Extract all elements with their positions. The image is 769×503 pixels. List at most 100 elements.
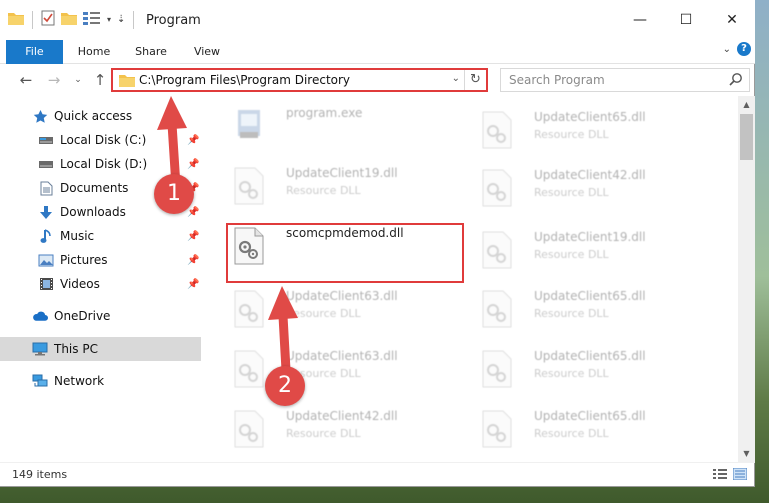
file-type: Resource DLL [534,186,609,199]
sidebar-item-label: Documents [60,181,129,195]
sidebar-item-music[interactable]: Music [38,225,94,247]
step-badge-1: 1 [154,174,194,214]
file-item[interactable]: UpdateClient65.dll Resource DLL [470,403,710,457]
search-icon[interactable] [729,72,743,89]
tab-file[interactable]: File [6,40,63,64]
chevron-down-icon[interactable]: ⌄ [452,73,460,84]
properties-icon[interactable] [41,10,55,29]
dropdown-icon[interactable]: ▾ [107,15,111,24]
customize-toolbar-icon[interactable]: ⇣ [117,14,125,25]
address-path[interactable]: C:\Program Files\Program Directory [139,73,350,87]
up-arrow-icon[interactable]: ↑ [90,70,110,90]
pin-icon: 📌 [187,279,200,290]
vertical-scrollbar[interactable]: ▲ ▼ [738,96,755,462]
file-type: Resource DLL [534,307,609,320]
star-icon [32,108,48,124]
forward-arrow-icon[interactable]: → [44,70,64,90]
sidebar-item-label: Videos [60,277,100,291]
maximize-button[interactable]: ☐ [663,0,709,40]
dll-file-icon [480,409,514,449]
sidebar-item-label: Network [54,374,105,388]
address-bar[interactable]: C:\Program Files\Program Directory ⌄ ↻ [111,68,488,92]
new-folder-icon[interactable] [61,11,77,28]
file-type: Resource DLL [534,367,609,380]
help-button[interactable]: ? [737,42,751,56]
tab-home[interactable]: Home [72,40,116,64]
folder-icon [119,74,135,90]
file-name: UpdateClient63.dll [286,289,398,303]
sidebar-item-pictures[interactable]: Pictures [38,249,108,271]
file-item[interactable]: UpdateClient42.dll Resource DLL [470,162,710,216]
file-item[interactable]: UpdateClient65.dll Resource DLL [470,283,710,337]
dll-file-icon [480,349,514,389]
file-item[interactable]: UpdateClient65.dll Resource DLL [470,104,710,158]
title-bar: ▾ ⇣ Program — ☐ ✕ [0,0,755,40]
status-bar: 149 items [0,462,755,487]
large-icons-view-icon[interactable] [732,467,748,483]
file-name: UpdateClient19.dll [534,230,646,244]
scroll-thumb[interactable] [740,114,753,160]
sidebar-item-label: Local Disk (D:) [60,157,148,171]
file-name: UpdateClient65.dll [534,409,646,423]
sidebar-item-label: Local Disk (C:) [60,133,147,147]
dll-file-icon [480,110,514,150]
sidebar-item-label: Pictures [60,253,108,267]
sidebar-item-documents[interactable]: Documents [38,177,128,199]
scroll-up-icon[interactable]: ▲ [738,96,755,113]
recent-locations-icon[interactable]: ⌄ [68,70,88,90]
sidebar-item-downloads[interactable]: Downloads [38,201,126,223]
search-box[interactable] [500,68,750,92]
dll-file-icon [232,349,266,389]
file-name: UpdateClient65.dll [534,289,646,303]
sidebar-item-label: Quick access [54,109,133,123]
details-view-icon[interactable] [713,468,727,483]
file-name: UpdateClient42.dll [534,168,646,182]
file-name: UpdateClient65.dll [534,110,646,124]
music-icon [38,228,54,244]
item-count: 149 items [12,468,68,481]
sidebar-item-videos[interactable]: Videos [38,273,100,295]
close-button[interactable]: ✕ [709,0,755,40]
sidebar-item-network[interactable]: Network [32,370,104,392]
file-name: UpdateClient42.dll [286,409,398,423]
view-options-icon[interactable] [83,11,101,28]
search-input[interactable] [501,69,711,91]
file-item[interactable]: UpdateClient65.dll Resource DLL [470,343,710,397]
pin-icon: 📌 [187,231,200,242]
pictures-icon [38,252,54,268]
videos-icon [38,276,54,292]
dll-file-icon [232,166,266,206]
file-type: Resource DLL [534,427,609,440]
divider [133,10,135,29]
dll-file-icon [232,409,266,449]
file-item[interactable]: UpdateClient63.dll Resource DLL [222,343,462,397]
view-toggle [713,467,748,483]
sidebar-item-local-disk-d[interactable]: Local Disk (D:) [38,153,147,175]
file-item[interactable]: UpdateClient63.dll Resource DLL [222,283,462,337]
sidebar-item-quick-access[interactable]: Quick access [32,105,132,127]
file-item[interactable]: UpdateClient19.dll Resource DLL [222,160,462,214]
sidebar-item-local-disk-c[interactable]: Local Disk (C:) [38,129,146,151]
tab-view[interactable]: View [186,40,228,64]
scroll-down-icon[interactable]: ▼ [738,445,755,462]
back-arrow-icon[interactable]: ← [16,70,36,90]
navigation-pane: Quick access Local Disk (C:) 📌 Local Dis… [0,100,205,460]
file-name: UpdateClient63.dll [286,349,398,363]
exe-file-icon [232,106,266,146]
tab-share[interactable]: Share [128,40,174,64]
folder-icon [8,11,24,28]
drive-icon [38,156,54,172]
pin-icon: 📌 [187,135,200,146]
pin-icon: 📌 [187,159,200,170]
file-item-program-exe[interactable]: program.exe [222,100,462,154]
sidebar-item-this-pc[interactable]: This PC [32,338,98,360]
file-item[interactable]: UpdateClient19.dll Resource DLL [470,224,710,278]
expand-ribbon-icon[interactable]: ⌄ [723,44,731,55]
selection-highlight [0,337,201,361]
sidebar-item-onedrive[interactable]: OneDrive [32,305,110,327]
minimize-button[interactable]: — [617,0,663,40]
refresh-icon[interactable]: ↻ [464,70,486,90]
window-title: Program [146,13,201,28]
dll-file-icon [480,230,514,270]
file-item[interactable]: UpdateClient42.dll Resource DLL [222,403,462,457]
